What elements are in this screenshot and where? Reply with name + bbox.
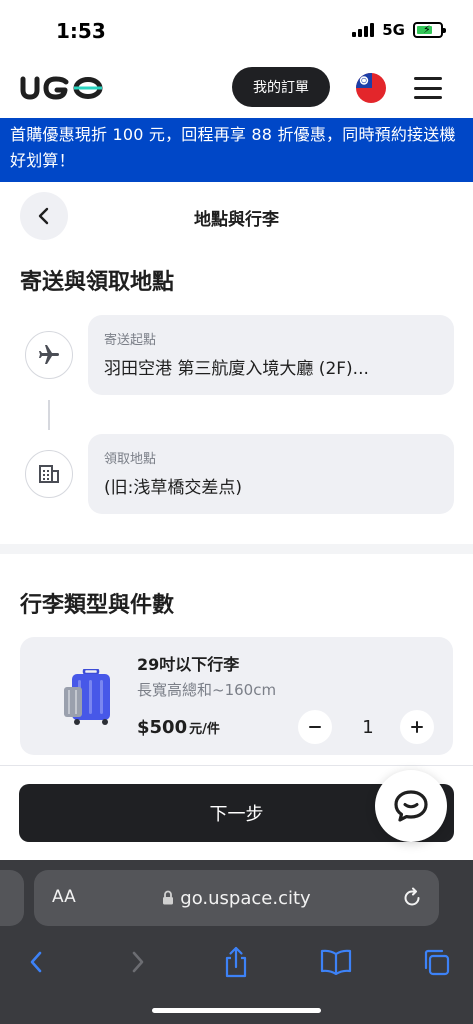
origin-label: 寄送起點	[104, 333, 157, 348]
price-unit: 元/件	[189, 722, 220, 737]
promo-banner[interactable]: 首購優惠現折 100 元，回程再享 88 折優惠，同時預約接送機好划算！	[0, 118, 473, 182]
luggage-price: $500 元/件	[137, 717, 220, 738]
battery-icon: ⚡	[413, 22, 446, 38]
destination-location-field[interactable]: 領取地點 (旧:浅草橋交差点)	[88, 434, 454, 514]
tabs-icon[interactable]	[418, 944, 454, 980]
bookmarks-icon[interactable]	[318, 944, 354, 980]
hamburger-menu-icon[interactable]	[414, 77, 442, 99]
price-amount: $500	[137, 717, 188, 738]
url-display[interactable]: go.uspace.city	[34, 888, 439, 909]
signal-icon	[352, 23, 375, 37]
locations-section-title: 寄送與領取地點	[20, 270, 175, 295]
site-header: 我的訂單	[0, 60, 473, 118]
chat-button[interactable]	[375, 770, 447, 842]
building-icon	[25, 450, 73, 498]
my-orders-button[interactable]: 我的訂單	[232, 67, 330, 107]
origin-value: 羽田空港 第三航廈入境大廳 (2F)...	[104, 359, 369, 379]
quantity-value: 1	[362, 717, 374, 738]
previous-tab-preview[interactable]	[0, 870, 24, 926]
luggage-item-card: 29吋以下行李 長寬高總和~160cm $500 元/件 1	[20, 637, 453, 755]
forward-nav-icon[interactable]	[120, 944, 156, 980]
reload-icon[interactable]	[401, 887, 423, 909]
origin-location-field[interactable]: 寄送起點 羽田空港 第三航廈入境大廳 (2F)...	[88, 315, 454, 395]
status-time: 1:53	[56, 19, 106, 43]
increase-quantity-button[interactable]	[400, 710, 434, 744]
lock-icon	[163, 890, 174, 905]
page-title: 地點與行李	[194, 210, 279, 230]
network-type: 5G	[382, 21, 405, 39]
destination-label: 領取地點	[104, 452, 157, 467]
route-connector	[48, 400, 50, 430]
decrease-quantity-button[interactable]	[298, 710, 332, 744]
chat-icon	[394, 790, 428, 822]
footer-divider	[0, 765, 473, 766]
back-nav-icon[interactable]	[18, 944, 54, 980]
destination-value: (旧:浅草橋交差点)	[104, 478, 242, 498]
browser-chrome: AA go.uspace.city	[0, 860, 473, 1024]
luggage-dimensions: 長寬高總和~160cm	[137, 681, 277, 699]
status-indicators: 5G ⚡	[352, 21, 446, 39]
status-bar: 1:53 5G ⚡	[0, 0, 473, 60]
luggage-section-title: 行李類型與件數	[20, 593, 175, 618]
airplane-icon	[25, 331, 73, 379]
share-icon[interactable]	[218, 944, 254, 980]
taiwan-flag-icon[interactable]	[356, 73, 386, 103]
suitcase-icon	[64, 669, 110, 725]
browser-toolbar	[0, 940, 473, 990]
home-indicator	[152, 1008, 321, 1013]
ugo-logo[interactable]	[20, 75, 104, 101]
section-divider	[0, 544, 473, 554]
address-bar[interactable]: AA go.uspace.city	[34, 870, 439, 926]
url-text: go.uspace.city	[180, 888, 311, 909]
luggage-name: 29吋以下行李	[137, 655, 240, 674]
